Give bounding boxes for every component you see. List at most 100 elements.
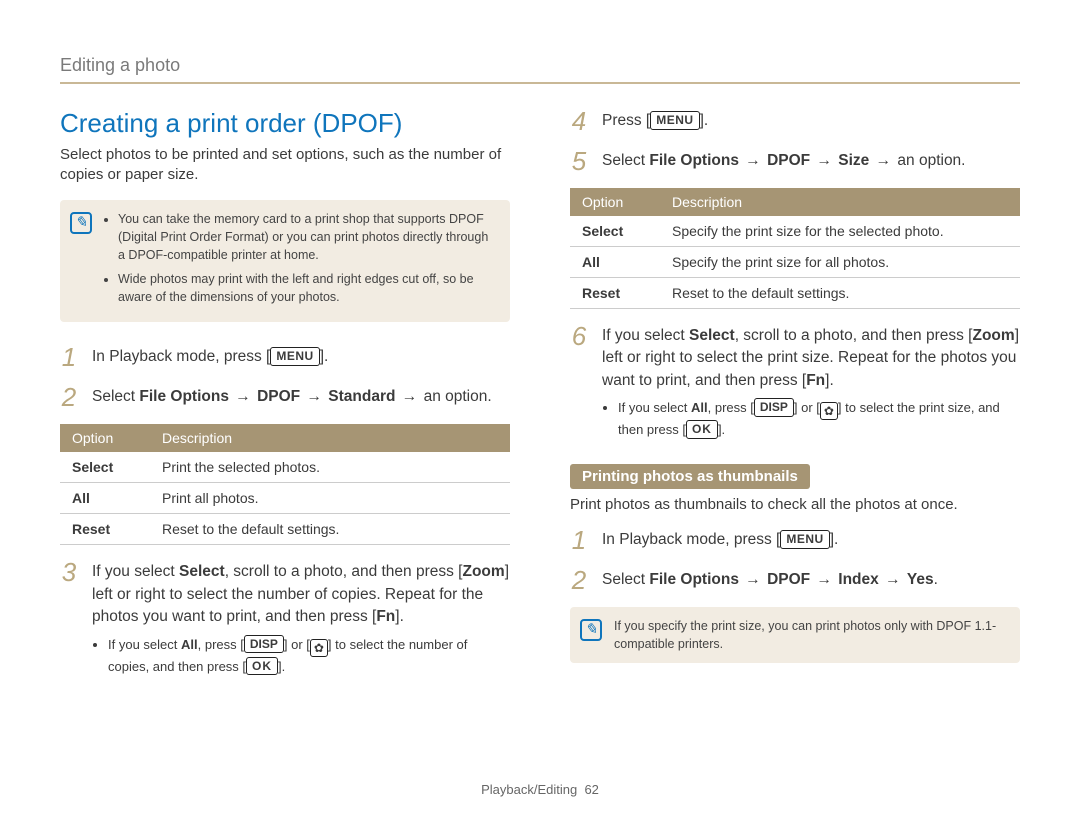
menu-key: MENU	[780, 530, 829, 549]
note-item: You can take the memory card to a print …	[118, 210, 496, 264]
page-title: Creating a print order (DPOF)	[60, 108, 510, 139]
text: If you select	[602, 327, 689, 344]
fn-key: Fn	[376, 608, 395, 625]
text: ].	[700, 112, 709, 129]
cell: Print all photos.	[150, 483, 510, 514]
zoom-key: Zoom	[463, 563, 505, 580]
text: ] or [	[794, 400, 820, 415]
path-segment: File Options	[649, 152, 739, 169]
step-number: 1	[60, 344, 78, 370]
text: Select	[602, 571, 649, 588]
path-segment: File Options	[649, 571, 739, 588]
text: Select	[92, 388, 139, 405]
step-number: 5	[570, 148, 588, 174]
step-number: 6	[570, 323, 588, 440]
step-text: If you select Select, scroll to a photo,…	[602, 323, 1020, 440]
step-text: In Playback mode, press [MENU].	[602, 527, 838, 553]
ok-key: OK	[246, 657, 278, 676]
text: , press [	[198, 637, 244, 652]
text: ].	[395, 608, 404, 625]
intro-text: Select photos to be printed and set opti…	[60, 145, 510, 186]
path-segment: Size	[838, 152, 869, 169]
fn-key: Fn	[806, 372, 825, 389]
text: , scroll to a photo, and then press [	[735, 327, 973, 344]
sub-heading: Printing photos as thumbnails	[570, 464, 810, 489]
text: If you select	[92, 563, 179, 580]
path-segment: DPOF	[767, 152, 810, 169]
note-box-2: ✎ If you specify the print size, you can…	[570, 607, 1020, 663]
cell: All	[570, 247, 660, 278]
text: ].	[278, 659, 285, 674]
step-1: 1 In Playback mode, press [MENU].	[60, 344, 510, 370]
cell: Reset to the default settings.	[660, 278, 1020, 309]
thumb-step-1: 1 In Playback mode, press [MENU].	[570, 527, 1020, 553]
table-row: SelectPrint the selected photos.	[60, 452, 510, 483]
table-row: AllSpecify the print size for all photos…	[570, 247, 1020, 278]
menu-key: MENU	[650, 111, 699, 130]
sub-bullet: If you select All, press [DISP] or [✿] t…	[108, 635, 510, 677]
section-header: Editing a photo	[60, 55, 1020, 84]
table-row: ResetReset to the default settings.	[570, 278, 1020, 309]
table-header-option: Option	[570, 188, 660, 216]
step-text: If you select Select, scroll to a photo,…	[92, 559, 510, 676]
note-text: If you specify the print size, you can p…	[614, 617, 1006, 653]
note-icon: ✎	[580, 619, 602, 641]
bold-term: All	[691, 400, 708, 415]
path-segment: DPOF	[767, 571, 810, 588]
text: an option.	[419, 388, 491, 405]
text: Press [	[602, 112, 650, 129]
ok-key: OK	[686, 420, 718, 439]
step-text: Select File Options → DPOF → Index → Yes…	[602, 567, 938, 593]
note-icon: ✎	[70, 212, 92, 234]
text: ] or [	[284, 637, 310, 652]
text: In Playback mode, press [	[602, 531, 780, 548]
note-box: ✎ You can take the memory card to a prin…	[60, 200, 510, 323]
text: ].	[718, 422, 725, 437]
text: , press [	[708, 400, 754, 415]
step-5: 5 Select File Options → DPOF → Size → an…	[570, 148, 1020, 174]
cell: Reset to the default settings.	[150, 514, 510, 545]
step-number: 2	[570, 567, 588, 593]
menu-key: MENU	[270, 347, 319, 366]
step-number: 3	[60, 559, 78, 676]
step-number: 4	[570, 108, 588, 134]
step-6: 6 If you select Select, scroll to a phot…	[570, 323, 1020, 440]
text: Select	[602, 152, 649, 169]
step-4: 4 Press [MENU].	[570, 108, 1020, 134]
path-segment: Index	[838, 571, 878, 588]
step-number: 2	[60, 384, 78, 410]
text: , scroll to a photo, and then press [	[225, 563, 463, 580]
step-text: Select File Options → DPOF → Size → an o…	[602, 148, 966, 174]
page-footer: Playback/Editing 62	[0, 782, 1080, 797]
table-row: SelectSpecify the print size for the sel…	[570, 216, 1020, 247]
cell: Select	[60, 452, 150, 483]
path-segment: File Options	[139, 388, 229, 405]
cell: All	[60, 483, 150, 514]
cell: Reset	[60, 514, 150, 545]
footer-page-number: 62	[584, 782, 598, 797]
note-item: Wide photos may print with the left and …	[118, 270, 496, 306]
bold-term: Select	[689, 327, 735, 344]
text: ].	[320, 348, 329, 365]
bold-term: Select	[179, 563, 225, 580]
cell: Print the selected photos.	[150, 452, 510, 483]
sub-bullet: If you select All, press [DISP] or [✿] t…	[618, 398, 1020, 440]
table-row: AllPrint all photos.	[60, 483, 510, 514]
table-header-description: Description	[150, 424, 510, 452]
options-table-left: Option Description SelectPrint the selec…	[60, 424, 510, 545]
step-text: Press [MENU].	[602, 108, 708, 134]
step-text: In Playback mode, press [MENU].	[92, 344, 328, 370]
thumb-step-2: 2 Select File Options → DPOF → Index → Y…	[570, 567, 1020, 593]
cell: Reset	[570, 278, 660, 309]
path-segment: Standard	[328, 388, 395, 405]
path-segment: Yes	[907, 571, 934, 588]
cell: Specify the print size for the selected …	[660, 216, 1020, 247]
cell: Select	[570, 216, 660, 247]
disp-key: DISP	[244, 635, 284, 654]
step-number: 1	[570, 527, 588, 553]
left-column: Creating a print order (DPOF) Select pho…	[60, 108, 510, 690]
step-2: 2 Select File Options → DPOF → Standard …	[60, 384, 510, 410]
macro-icon: ✿	[310, 639, 328, 657]
text: an option.	[893, 152, 965, 169]
text: If you select	[108, 637, 181, 652]
